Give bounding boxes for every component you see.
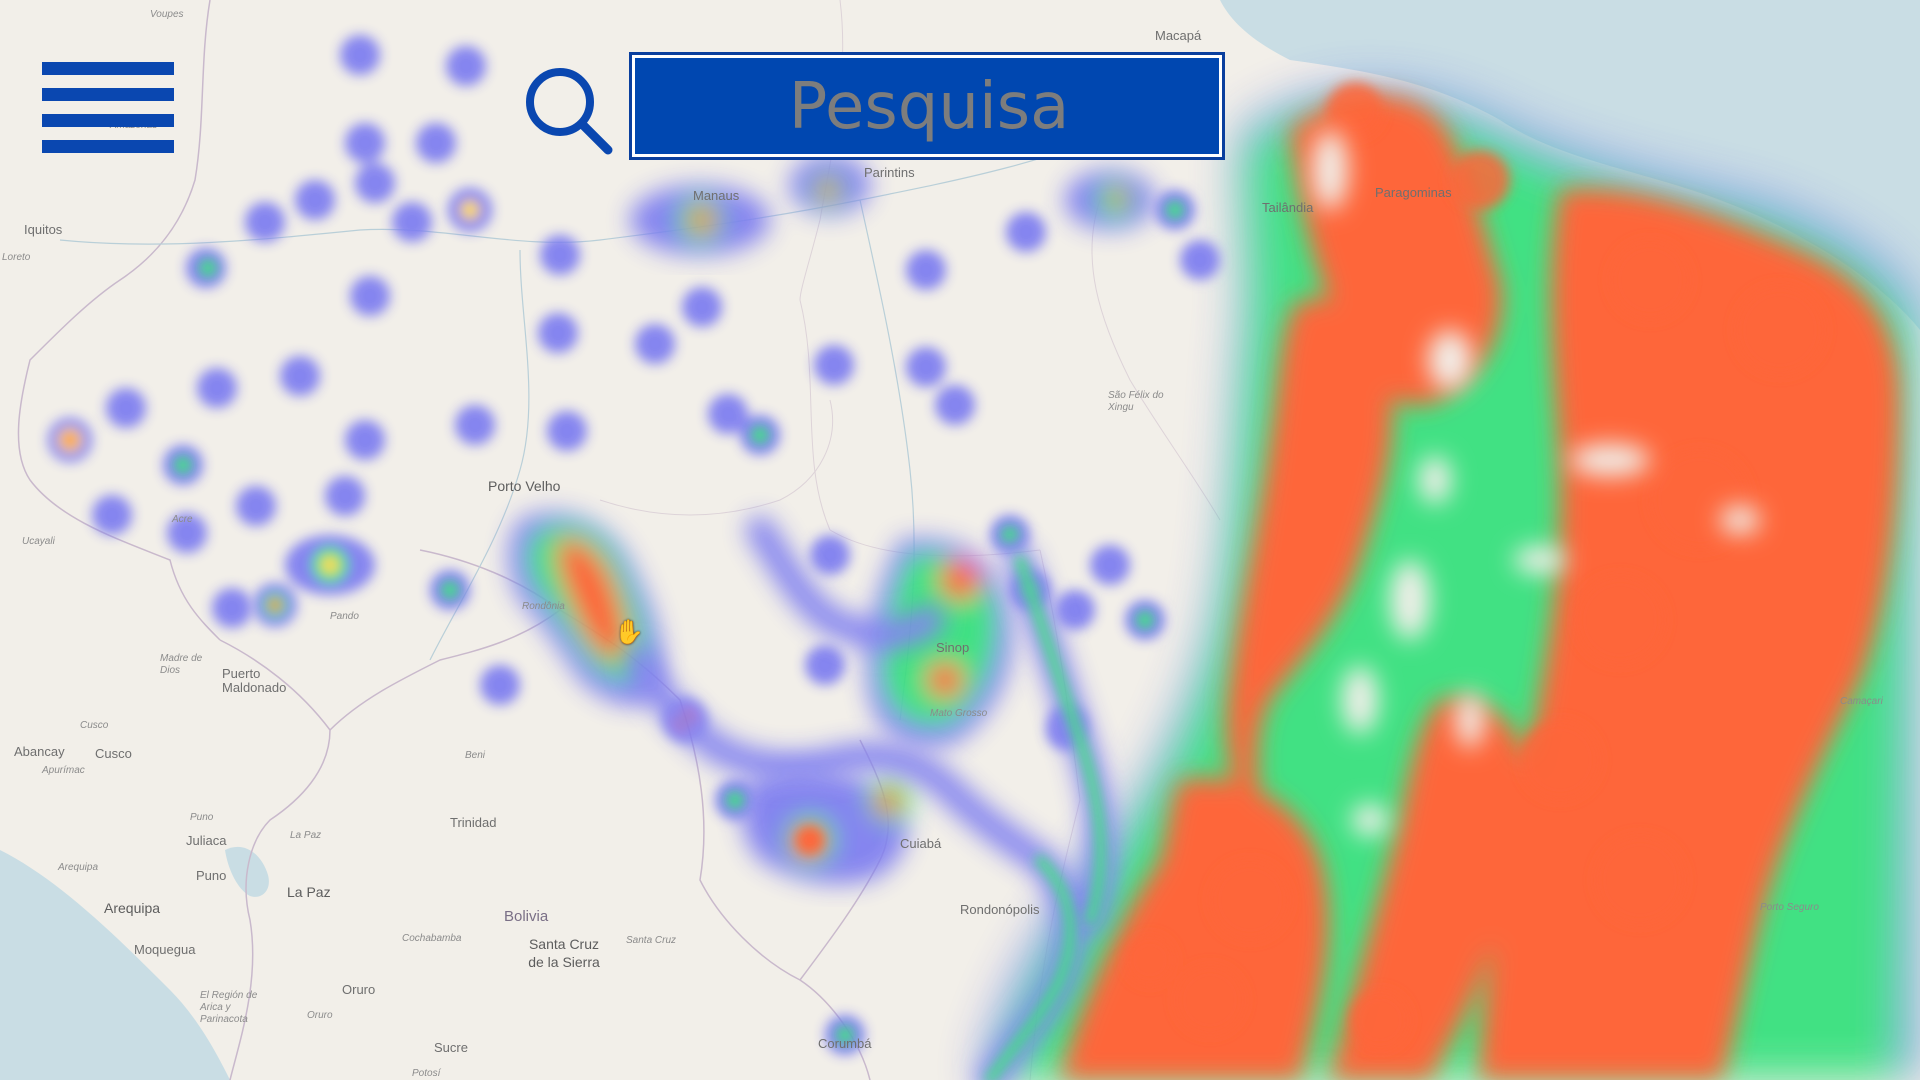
- label-corumba: Corumbá: [818, 1036, 872, 1051]
- label-parintins: Parintins: [864, 165, 915, 180]
- pacific-ocean: [0, 850, 230, 1080]
- label-trinidad: Trinidad: [450, 815, 497, 830]
- label-porto-seguro: Porto Seguro: [1760, 902, 1819, 913]
- label-santa-cruz: Santa Cruz de la Sierra: [528, 936, 600, 970]
- label-puerto-maldonado: Puerto Maldonado: [222, 666, 287, 695]
- label-sucre: Sucre: [434, 1040, 468, 1055]
- hamburger-menu-icon: [42, 62, 174, 75]
- heatmap-map[interactable]: Voupes Amazonas Iquitos Loreto Macapá Ma…: [0, 0, 1920, 1080]
- label-camacari: Camaçari: [1840, 696, 1883, 707]
- label-cuiaba: Cuiabá: [900, 836, 942, 851]
- label-sinop: Sinop: [936, 640, 970, 655]
- label-mato-grosso: Mato Grosso: [930, 708, 988, 719]
- label-cusco: Cusco: [95, 746, 132, 761]
- label-madre-de-dios: Madre de Dios: [160, 653, 203, 676]
- label-beni: Beni: [465, 750, 486, 761]
- label-juliaca: Juliaca: [186, 833, 227, 848]
- label-voupes: Voupes: [150, 9, 184, 20]
- label-puno: Puno: [196, 868, 227, 883]
- label-acre: Acre: [172, 514, 193, 525]
- label-macapa: Macapá: [1155, 28, 1202, 43]
- label-cochabamba: Cochabamba: [402, 933, 462, 944]
- label-moquegua: Moquegua: [134, 942, 196, 957]
- label-porto-velho: Porto Velho: [488, 478, 561, 494]
- label-santa-cruz-region: Santa Cruz: [626, 935, 677, 946]
- label-arequipa-region: Arequipa: [58, 862, 99, 873]
- label-potosi: Potosí: [412, 1068, 441, 1079]
- label-abancay: Abancay: [14, 744, 65, 759]
- label-oruro-region: Oruro: [307, 1010, 333, 1021]
- label-ucayali: Ucayali: [22, 536, 55, 547]
- label-la-paz: La Paz: [287, 884, 331, 900]
- label-oruro: Oruro: [342, 982, 376, 997]
- label-puno-region: Puno: [190, 812, 214, 823]
- label-iquitos: Iquitos: [24, 222, 63, 237]
- label-rondonia: Rondônia: [522, 601, 565, 612]
- label-paragominas: Paragominas: [1375, 185, 1452, 200]
- label-la-paz-region: La Paz: [290, 830, 322, 841]
- label-sao-felix: São Félix do Xingu: [1108, 390, 1164, 413]
- search-box[interactable]: [629, 52, 1225, 160]
- label-tacna-region: El Región de Arica y Parinacota: [200, 990, 258, 1025]
- search-input[interactable]: [635, 58, 1223, 156]
- menu-button[interactable]: [42, 62, 174, 154]
- label-bolivia: Bolivia: [504, 908, 549, 925]
- label-cusco-region: Cusco: [80, 720, 109, 731]
- label-pando: Pando: [330, 611, 359, 622]
- label-arequipa: Arequipa: [104, 900, 161, 916]
- label-apurimac: Apurímac: [42, 765, 85, 776]
- label-loreto: Loreto: [2, 252, 31, 263]
- hand-grab-cursor-icon: ✋: [614, 619, 644, 646]
- heatmap-layer: [48, 35, 1920, 1080]
- label-rondonopolis: Rondonópolis: [960, 902, 1040, 917]
- search-icon[interactable]: [520, 62, 616, 158]
- label-manaus: Manaus: [693, 188, 740, 203]
- label-tailandia: Tailândia: [1262, 200, 1314, 215]
- basemap: [0, 0, 1920, 1080]
